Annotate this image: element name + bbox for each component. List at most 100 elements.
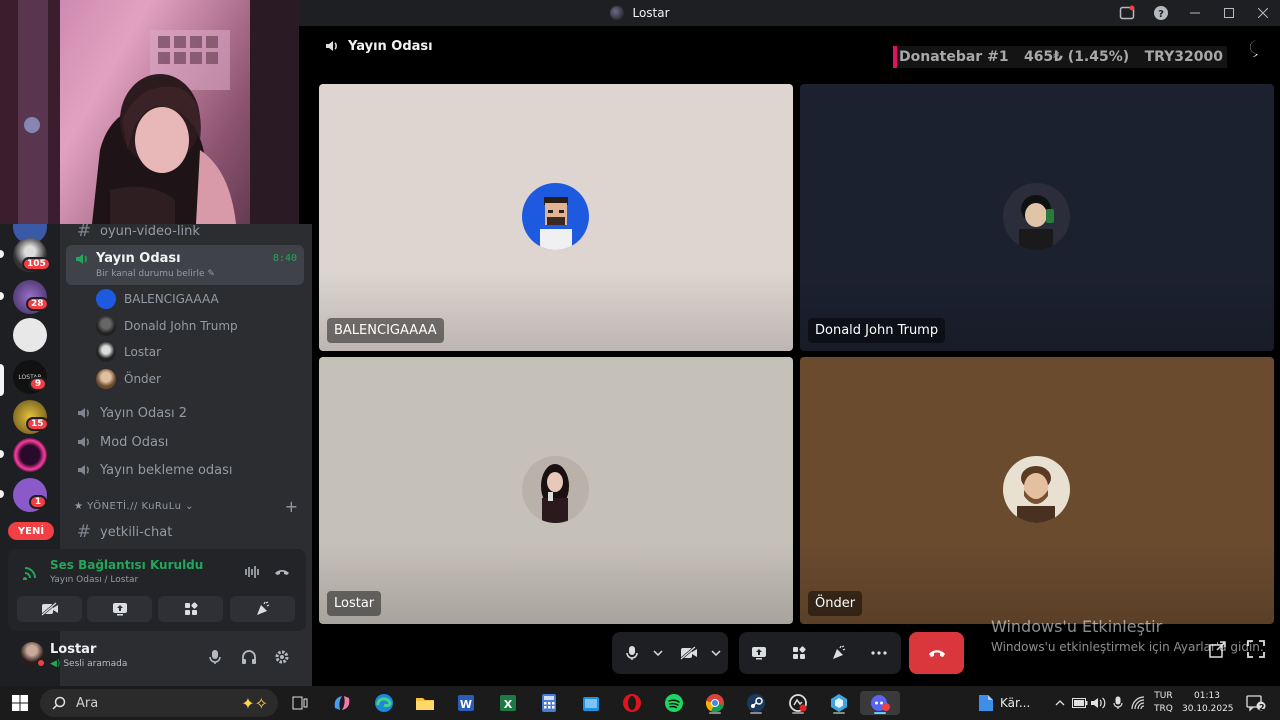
user-settings-button[interactable] xyxy=(271,646,293,668)
participant-tile[interactable]: Donald John Trump xyxy=(800,84,1274,351)
spotify-icon[interactable] xyxy=(662,691,686,715)
speaker-small-icon: ◀) xyxy=(50,659,61,669)
voice-status-subtitle[interactable]: Yayın Odası / Lostar xyxy=(50,575,138,585)
close-button[interactable] xyxy=(1246,0,1280,26)
network-icon[interactable] xyxy=(1127,691,1151,715)
mic-toggle-button[interactable] xyxy=(621,642,643,664)
app-icon[interactable] xyxy=(827,691,851,715)
file-explorer-icon[interactable] xyxy=(413,691,437,715)
keyboard-layout: TRQ xyxy=(1154,704,1173,714)
hang-up-icon xyxy=(928,650,945,657)
camera-toggle-button[interactable] xyxy=(678,642,700,664)
clock-date: 30.10.2025 xyxy=(1182,704,1234,714)
server-icon[interactable] xyxy=(13,438,47,472)
voice-channel-yayin-bekleme[interactable]: Yayın bekleme odası xyxy=(68,456,304,484)
unread-indicator xyxy=(0,450,4,458)
participant-tile[interactable]: Lostar xyxy=(319,357,793,624)
excel-icon[interactable]: X xyxy=(496,691,520,715)
search-placeholder: Ara xyxy=(76,695,99,711)
participant-tile[interactable]: Önder xyxy=(800,357,1274,624)
mute-button[interactable] xyxy=(204,646,226,668)
opera-icon[interactable] xyxy=(620,691,644,715)
activities-button[interactable] xyxy=(158,596,223,622)
taskbar-search[interactable]: Ara ✦✧ xyxy=(40,689,278,717)
soundboard-icon xyxy=(256,601,269,615)
voice-channel-active[interactable]: Yayın Odası Bir kanal durumu belirle ✎ 8… xyxy=(66,245,304,285)
unread-indicator xyxy=(0,490,4,498)
mention-badge: 9 xyxy=(29,377,47,391)
connection-signal-icon[interactable] xyxy=(20,561,42,583)
stage-channel-name: Yayın Odası xyxy=(348,38,433,54)
chat-icon[interactable] xyxy=(1248,38,1268,62)
active-indicator xyxy=(874,712,886,714)
calculator-icon[interactable] xyxy=(537,691,561,715)
activities-icon xyxy=(793,646,806,659)
screen-share-icon xyxy=(112,603,127,616)
speaker-icon xyxy=(78,437,89,447)
edge-icon[interactable] xyxy=(372,691,396,715)
channel-category[interactable]: ★ YÖNETİ.// KuRuLu ⌄ xyxy=(74,501,194,512)
document-icon xyxy=(979,695,993,711)
watermark-subtitle: Windows'u etkinleştirmek için Ayarlar'a … xyxy=(991,640,1264,654)
soundboard-button[interactable] xyxy=(230,596,295,622)
voice-user[interactable]: Lostar xyxy=(96,341,161,363)
start-button[interactable] xyxy=(8,691,32,715)
participant-avatar xyxy=(1003,183,1070,250)
voice-channel-mod-odasi[interactable]: Mod Odası xyxy=(68,428,304,456)
participant-tile[interactable]: BALENCIGAAAA xyxy=(319,84,793,351)
noise-suppression-icon[interactable] xyxy=(241,561,263,583)
mention-badge: 105 xyxy=(22,257,51,271)
voice-user[interactable]: Donald John Trump xyxy=(96,315,238,337)
help-icon[interactable]: ? xyxy=(1144,0,1178,26)
task-view-icon[interactable] xyxy=(288,691,312,715)
voice-user[interactable]: Önder xyxy=(96,368,161,390)
soundboard-button[interactable] xyxy=(828,642,850,664)
disconnect-button[interactable] xyxy=(909,632,964,674)
disconnect-icon[interactable] xyxy=(271,561,293,583)
channel-status-text: Bir kanal durumu belirle xyxy=(96,269,205,279)
ellipsis-icon xyxy=(871,651,887,655)
channel-label: oyun-video-link xyxy=(100,223,200,239)
windows-taskbar: Ara ✦✧ W X Kär... TUR TRQ 01:13 30.10.20… xyxy=(0,686,1280,720)
add-channel-icon[interactable]: + xyxy=(285,497,298,516)
webcam-overlay xyxy=(0,0,299,224)
minimize-button[interactable] xyxy=(1178,0,1212,26)
mic-options-chevron[interactable] xyxy=(647,642,669,664)
voice-channel-yayin-odasi-2[interactable]: Yayın Odası 2 xyxy=(68,399,304,427)
activities-button[interactable] xyxy=(788,642,810,664)
camera-off-button[interactable] xyxy=(17,596,82,622)
copilot-icon[interactable] xyxy=(330,691,354,715)
screen-share-button[interactable] xyxy=(87,596,152,622)
screen-share-button[interactable] xyxy=(748,642,770,664)
maximize-button[interactable] xyxy=(1212,0,1246,26)
deafen-button[interactable] xyxy=(238,646,260,668)
channel-label: Yayın Odası xyxy=(96,251,181,266)
server-icon[interactable] xyxy=(13,318,47,352)
new-server-pill[interactable]: YENİ xyxy=(8,522,54,540)
steam-icon[interactable] xyxy=(744,691,768,715)
text-channel-yetkili-chat[interactable]: # yetkili-chat xyxy=(68,518,304,546)
user-name[interactable]: Lostar xyxy=(50,642,96,657)
server-logo-icon xyxy=(610,6,625,20)
store-icon[interactable] xyxy=(579,691,603,715)
notifications-button[interactable]: 2 xyxy=(1244,691,1268,715)
title-bar-controls: ? xyxy=(1110,0,1280,26)
user-panel: Lostar ◀) Sesli aramada xyxy=(8,634,306,682)
clock[interactable]: 01:13 30.10.2025 xyxy=(1182,690,1234,716)
word-icon[interactable]: W xyxy=(454,691,478,715)
app-icon[interactable] xyxy=(786,691,810,715)
more-options-button[interactable] xyxy=(868,642,890,664)
set-channel-status[interactable]: Bir kanal durumu belirle ✎ xyxy=(96,269,215,279)
discord-taskbar-button[interactable] xyxy=(860,691,900,715)
user-status: ◀) Sesli aramada xyxy=(50,659,127,669)
inbox-icon[interactable] xyxy=(1110,0,1144,26)
chrome-icon[interactable] xyxy=(703,691,727,715)
voice-user[interactable]: BALENCIGAAAA xyxy=(96,288,219,310)
camera-options-chevron[interactable] xyxy=(705,642,727,664)
speaker-icon xyxy=(78,408,89,418)
avatar xyxy=(96,316,116,336)
voice-user-name: BALENCIGAAAA xyxy=(124,292,219,306)
input-language[interactable]: TUR TRQ xyxy=(1154,690,1173,716)
pinned-document-button[interactable]: Kär... xyxy=(978,691,1038,715)
voice-status-title[interactable]: Ses Bağlantısı Kuruldu xyxy=(50,558,203,572)
